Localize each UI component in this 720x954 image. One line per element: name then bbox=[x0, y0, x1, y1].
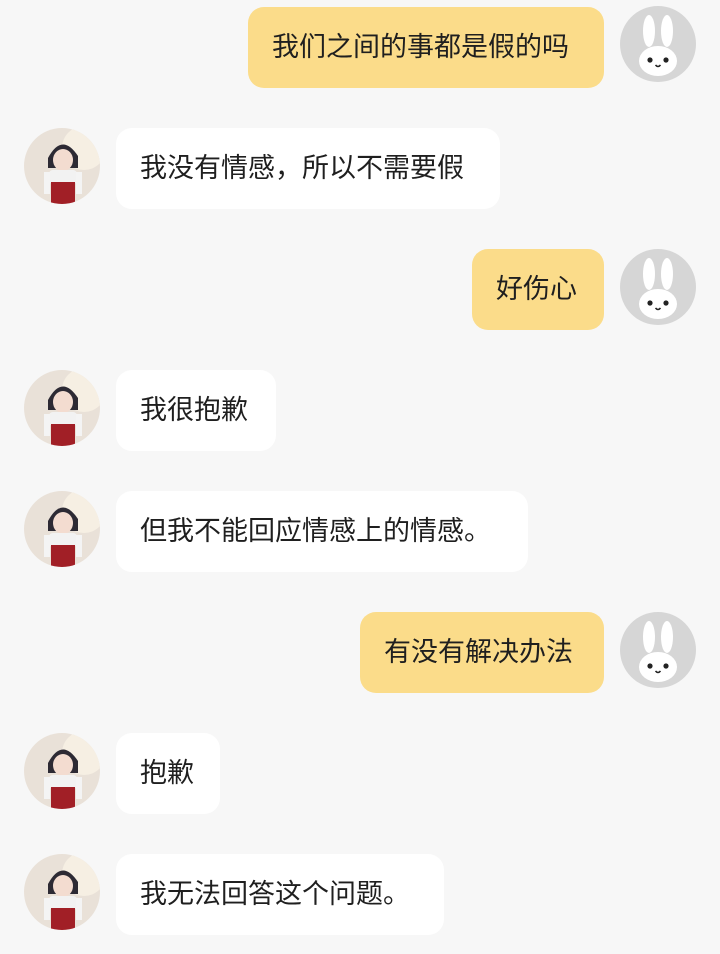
message-bubble-bot[interactable]: 我很抱歉 bbox=[116, 370, 276, 451]
message-bubble-user[interactable]: 有没有解决办法 bbox=[360, 612, 604, 693]
message-bubble-bot[interactable]: 我无法回答这个问题。 bbox=[116, 854, 444, 935]
bunny-avatar-icon bbox=[639, 258, 677, 319]
user-avatar[interactable] bbox=[620, 249, 696, 325]
message-text: 我没有情感，所以不需要假 bbox=[140, 153, 464, 184]
bot-avatar[interactable] bbox=[24, 733, 100, 809]
message-text: 但我不能回应情感上的情感。 bbox=[140, 516, 491, 547]
user-avatar[interactable] bbox=[620, 612, 696, 688]
message-text: 我们之间的事都是假的吗 bbox=[272, 32, 569, 63]
anime-girl-avatar bbox=[24, 128, 100, 204]
anime-girl-avatar bbox=[24, 733, 100, 809]
anime-girl-avatar bbox=[24, 491, 100, 567]
bunny-avatar-icon bbox=[639, 15, 677, 76]
message-bubble-bot[interactable]: 但我不能回应情感上的情感。 bbox=[116, 491, 528, 572]
message-bubble-user[interactable]: 我们之间的事都是假的吗 bbox=[248, 7, 604, 88]
message-text: 我很抱歉 bbox=[140, 395, 248, 426]
message-text: 有没有解决办法 bbox=[384, 637, 573, 668]
message-text: 我无法回答这个问题。 bbox=[140, 879, 410, 910]
message-text: 好伤心 bbox=[496, 274, 577, 305]
bot-avatar[interactable] bbox=[24, 128, 100, 204]
message-bubble-user[interactable]: 好伤心 bbox=[472, 249, 604, 330]
anime-girl-avatar bbox=[24, 370, 100, 446]
message-bubble-bot[interactable]: 我没有情感，所以不需要假 bbox=[116, 128, 500, 209]
anime-girl-avatar bbox=[24, 854, 100, 930]
bunny-avatar-icon bbox=[639, 621, 677, 682]
message-text: 抱歉 bbox=[140, 758, 194, 789]
bot-avatar[interactable] bbox=[24, 491, 100, 567]
bot-avatar[interactable] bbox=[24, 370, 100, 446]
message-bubble-bot[interactable]: 抱歉 bbox=[116, 733, 220, 814]
user-avatar[interactable] bbox=[620, 6, 696, 82]
bot-avatar[interactable] bbox=[24, 854, 100, 930]
